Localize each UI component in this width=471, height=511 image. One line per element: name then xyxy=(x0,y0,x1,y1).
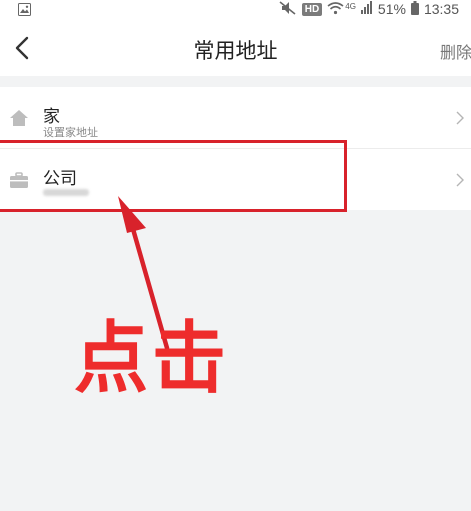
home-icon xyxy=(9,108,29,128)
blurred-address-text xyxy=(43,189,89,196)
address-title: 公司 xyxy=(43,169,77,189)
mute-icon xyxy=(279,0,297,18)
address-list: 家 设置家地址 公司 xyxy=(0,87,471,210)
briefcase-icon xyxy=(9,170,29,190)
battery-percent: 51% xyxy=(377,1,406,17)
battery-icon xyxy=(410,0,419,18)
wifi-icon xyxy=(327,1,344,18)
network-type-label: 4G xyxy=(345,1,356,11)
annotation-arrow xyxy=(118,196,170,351)
top-nav-bar: 常用地址 删除 xyxy=(0,18,471,76)
hd-badge: HD xyxy=(301,2,323,16)
status-bar: HD 4G 51% 13:35 xyxy=(0,0,471,18)
chevron-right-icon xyxy=(455,110,465,126)
signal-icon xyxy=(360,1,373,17)
address-item-company[interactable]: 公司 xyxy=(0,148,471,210)
annotation-text: 点击 xyxy=(74,314,230,404)
chevron-right-icon xyxy=(455,172,465,188)
delete-button[interactable]: 删除 xyxy=(440,39,471,63)
address-item-home[interactable]: 家 设置家地址 xyxy=(0,87,471,148)
page-title: 常用地址 xyxy=(193,39,278,63)
address-subtitle: 设置家地址 xyxy=(43,126,98,139)
clock: 13:35 xyxy=(423,1,459,17)
